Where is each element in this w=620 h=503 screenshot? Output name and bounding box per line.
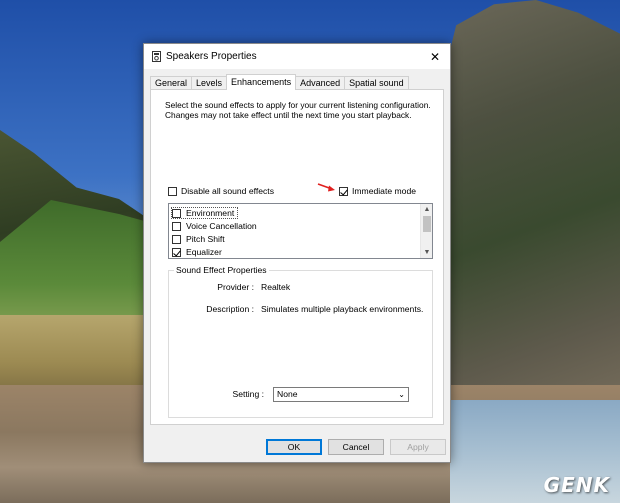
effect-label: Pitch Shift	[186, 234, 225, 244]
watermark-logo: GENK	[543, 473, 610, 497]
close-icon: ✕	[429, 49, 441, 64]
speakers-properties-dialog: Speakers Properties ✕ General Levels Enh…	[143, 43, 451, 463]
tab-enhancements[interactable]: Enhancements	[226, 74, 297, 90]
checkbox-box-checked	[339, 186, 348, 196]
disable-all-effects-checkbox[interactable]: Disable all sound effects	[168, 186, 274, 196]
setting-dropdown[interactable]: None ⌄	[273, 387, 409, 402]
cancel-button[interactable]: Cancel	[328, 439, 384, 455]
checkbox-box	[172, 221, 181, 231]
list-item-environment[interactable]: Environment	[170, 207, 239, 219]
effect-label: Environment	[186, 208, 235, 218]
close-button[interactable]: ✕	[420, 44, 450, 69]
description-label: Description :	[206, 304, 254, 314]
title-bar[interactable]: Speakers Properties ✕	[144, 44, 450, 69]
scroll-up-icon[interactable]: ▲	[421, 204, 432, 215]
checkbox-box	[172, 208, 181, 218]
sound-effect-properties-group: Sound Effect Properties Provider : Realt…	[168, 265, 433, 418]
red-arrow-annotation-icon	[317, 183, 335, 192]
chevron-down-icon: ⌄	[398, 390, 405, 399]
apply-button[interactable]: Apply	[390, 439, 446, 455]
list-item-equalizer[interactable]: Equalizer	[172, 247, 222, 257]
tab-levels[interactable]: Levels	[191, 76, 228, 90]
window-title: Speakers Properties	[166, 51, 257, 62]
tab-advanced[interactable]: Advanced	[295, 76, 346, 90]
provider-label: Provider :	[217, 282, 254, 292]
immediate-mode-label: Immediate mode	[352, 186, 417, 196]
checkbox-box-checked	[172, 247, 181, 257]
checkbox-box	[172, 234, 181, 244]
tab-strip: General Levels Enhancements Advanced Spa…	[150, 74, 409, 90]
enhancements-panel: Select the sound effects to apply for yo…	[150, 89, 444, 425]
description-value: Simulates multiple playback environments…	[261, 304, 424, 314]
provider-value: Realtek	[261, 282, 291, 292]
setting-label: Setting :	[232, 389, 264, 399]
checkbox-box	[168, 186, 177, 196]
dry-grass	[0, 315, 160, 395]
enhancements-description: Select the sound effects to apply for yo…	[165, 100, 431, 120]
list-item-pitch-shift[interactable]: Pitch Shift	[172, 234, 225, 244]
immediate-mode-checkbox[interactable]: Immediate mode	[339, 186, 416, 196]
sound-effects-list[interactable]: Environment Voice Cancellation Pitch Shi…	[168, 203, 433, 259]
tab-general[interactable]: General	[150, 76, 193, 90]
ok-button[interactable]: OK	[266, 439, 322, 455]
effect-label: Voice Cancellation	[186, 221, 257, 231]
scroll-down-icon[interactable]: ▼	[421, 247, 432, 258]
scroll-thumb[interactable]	[423, 216, 431, 232]
list-scrollbar[interactable]: ▲ ▼	[420, 204, 432, 258]
effect-label: Equalizer	[186, 247, 222, 257]
group-title: Sound Effect Properties	[174, 265, 269, 275]
setting-selected-value: None	[277, 389, 298, 399]
tab-spatial-sound[interactable]: Spatial sound	[344, 76, 409, 90]
disable-all-effects-label: Disable all sound effects	[181, 186, 274, 196]
speaker-icon	[152, 51, 161, 62]
list-item-voice-cancellation[interactable]: Voice Cancellation	[172, 221, 257, 231]
